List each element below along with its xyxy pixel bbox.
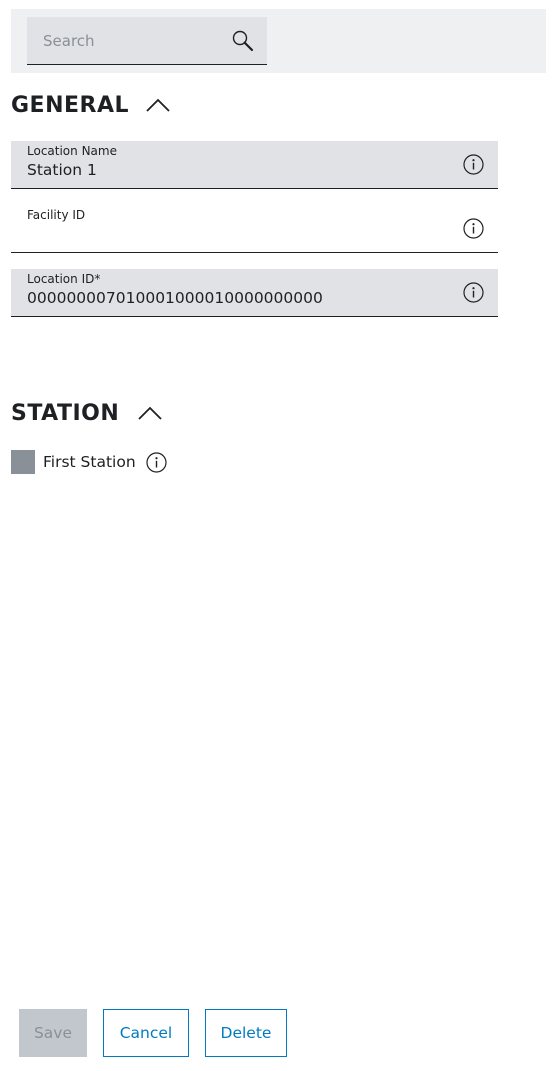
station-title: STATION [11,400,120,426]
info-icon[interactable] [463,218,484,239]
facility-id-label: Facility ID [27,208,86,222]
first-station-label[interactable]: First Station [43,453,136,471]
facility-id-field[interactable]: Facility ID [11,205,498,253]
first-station-checkbox[interactable] [11,450,35,474]
chevron-up-icon[interactable] [145,92,171,118]
location-id-value[interactable]: 000000007010001000010000000000 [27,289,323,307]
chevron-up-icon[interactable] [137,400,163,426]
info-icon[interactable] [146,451,167,473]
location-id-label: Location ID* [27,272,101,286]
first-station-row: First Station [11,450,167,474]
save-button[interactable]: Save [19,1009,87,1057]
top-bar [11,9,546,73]
location-name-value[interactable]: Station 1 [27,161,97,179]
location-name-field[interactable]: Location Name Station 1 [11,141,498,189]
general-section-header[interactable]: GENERAL [11,92,171,118]
search-box[interactable] [27,17,267,65]
search-input[interactable] [27,17,227,64]
location-id-field[interactable]: Location ID* 000000007010001000010000000… [11,269,498,317]
info-icon[interactable] [463,282,484,303]
general-title: GENERAL [11,92,130,118]
info-icon[interactable] [463,154,484,175]
delete-button[interactable]: Delete [205,1009,287,1057]
cancel-button[interactable]: Cancel [103,1009,189,1057]
location-name-label: Location Name [27,144,117,158]
station-section-header[interactable]: STATION [11,400,163,426]
search-icon[interactable] [231,29,255,53]
